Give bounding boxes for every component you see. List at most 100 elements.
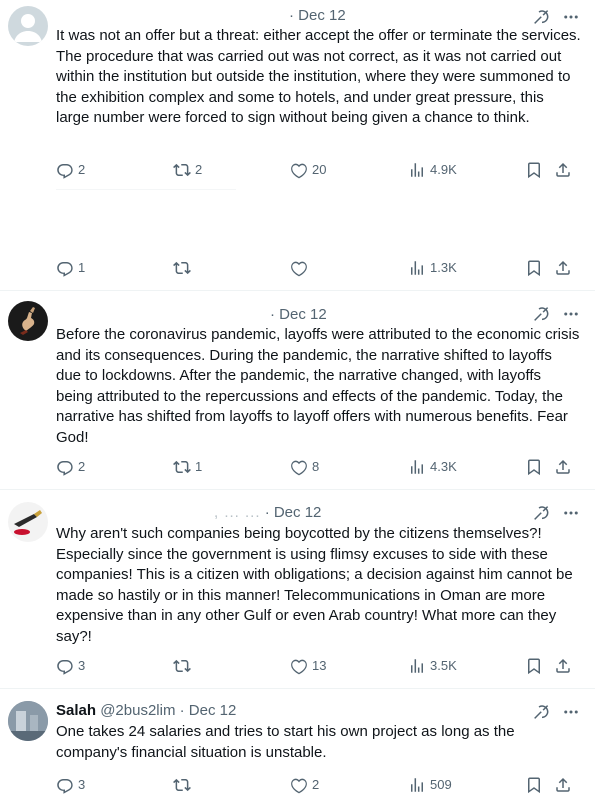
repost-button[interactable]: 2 [173,160,202,180]
like-button[interactable] [290,258,312,278]
tweet[interactable]: , ... ... · Dec 12 Why aren't such compa… [0,490,595,689]
more-icon[interactable] [561,8,581,26]
tweet[interactable]: · Dec 12 Before the coronavirus pandemic… [0,291,595,490]
more-icon[interactable] [561,703,581,721]
views-count: 4.9K [430,162,457,177]
reply-count: 3 [78,777,86,792]
reply-count: 2 [78,459,86,474]
tweet-date[interactable]: · Dec 12 [289,7,346,24]
tweet-actions: 3 13 3.5K [56,656,580,676]
reply-count: 2 [78,162,86,177]
tweet-date[interactable]: · Dec 12 [270,306,327,323]
more-icon[interactable] [561,504,581,522]
bookmark-button[interactable] [525,457,543,477]
repost-button[interactable] [173,775,195,795]
tweet[interactable]: Salah @2bus2lim · Dec 12 One takes 24 sa… [0,689,595,810]
views-count: 1.3K [430,260,457,275]
like-button[interactable]: 13 [290,656,326,676]
reply-icon [56,458,74,476]
share-button[interactable] [554,258,572,278]
share-icon [554,259,572,277]
reply-icon [56,776,74,794]
share-button[interactable] [554,160,572,180]
share-button[interactable] [554,457,572,477]
bookmark-icon [525,657,543,675]
like-button[interactable]: 20 [290,160,326,180]
tweet[interactable]: · Dec 12 It was not an offer but a threa… [0,0,595,190]
repost-count: 1 [195,459,203,474]
like-count: 2 [312,777,320,792]
bookmark-icon [525,161,543,179]
reply-button[interactable]: 1 [56,258,85,278]
grok-icon[interactable] [533,305,551,323]
views-button[interactable]: 4.9K [408,160,457,180]
tweet-header: · Dec 12 [289,6,346,26]
bookmark-button[interactable] [525,775,543,795]
bookmark-button[interactable] [525,258,543,278]
views-button[interactable]: 3.5K [408,656,457,676]
tweet-text: Before the coronavirus pandemic, layoffs… [56,326,580,446]
repost-icon [173,776,191,794]
author-name[interactable]: Salah [56,702,96,719]
reply-button[interactable]: 3 [56,656,85,676]
like-count: 13 [312,658,327,673]
reply-count: 1 [78,260,86,275]
share-button[interactable] [554,775,572,795]
grok-icon[interactable] [533,504,551,522]
share-button[interactable] [554,656,572,676]
tweet-date[interactable]: · Dec 12 [265,504,322,521]
views-icon [408,657,426,675]
heart-icon [290,161,308,179]
reply-button[interactable]: 3 [56,775,85,795]
tweet-actions: 2 1 8 4.3K [56,457,580,477]
avatar[interactable] [8,701,48,741]
repost-button[interactable] [173,656,195,676]
reply-button[interactable]: 2 [56,457,85,477]
views-icon [408,259,426,277]
bookmark-button[interactable] [525,160,543,180]
tweet-actions: 2 2 20 4.9K [56,160,580,180]
like-button[interactable]: 2 [290,775,319,795]
heart-icon [290,776,308,794]
like-count: 20 [312,162,327,177]
grok-icon[interactable] [533,8,551,26]
share-icon [554,657,572,675]
repost-icon [173,259,191,277]
views-icon [408,458,426,476]
views-button[interactable]: 4.3K [408,457,457,477]
tweet-text: Why aren't such companies being boycotte… [56,525,573,645]
tweet-actions: 3 2 509 [56,775,580,795]
tweet-header: · Dec 12 [270,305,327,325]
views-icon [408,776,426,794]
repost-button[interactable]: 1 [173,457,202,477]
views-icon [408,161,426,179]
heart-icon [290,657,308,675]
views-count: 4.3K [430,459,457,474]
reply-icon [56,259,74,277]
tweet-text: One takes 24 salaries and tries to start… [56,723,515,761]
heart-icon [290,259,308,277]
avatar[interactable] [8,502,48,542]
repost-count: 2 [195,162,203,177]
grok-icon[interactable] [533,703,551,721]
like-button[interactable]: 8 [290,457,319,477]
like-count: 8 [312,459,320,474]
avatar[interactable] [8,6,48,46]
heart-icon [290,458,308,476]
tweet-handle[interactable]: , ... ... [214,504,261,521]
tweet[interactable]: 1 1.3K [0,190,595,291]
repost-icon [173,657,191,675]
views-button[interactable]: 509 [408,775,452,795]
views-count: 3.5K [430,658,457,673]
tweet-handle[interactable]: @2bus2lim [100,702,175,719]
tweet-header: Salah @2bus2lim · Dec 12 [56,701,236,721]
avatar[interactable] [8,301,48,341]
tweet-date[interactable]: · Dec 12 [180,702,237,719]
more-icon[interactable] [561,305,581,323]
views-button[interactable]: 1.3K [408,258,457,278]
repost-button[interactable] [173,258,195,278]
tweet-header: , ... ... · Dec 12 [214,503,321,523]
tweet-actions: 1 1.3K [56,258,580,278]
bookmark-button[interactable] [525,656,543,676]
reply-button[interactable]: 2 [56,160,85,180]
